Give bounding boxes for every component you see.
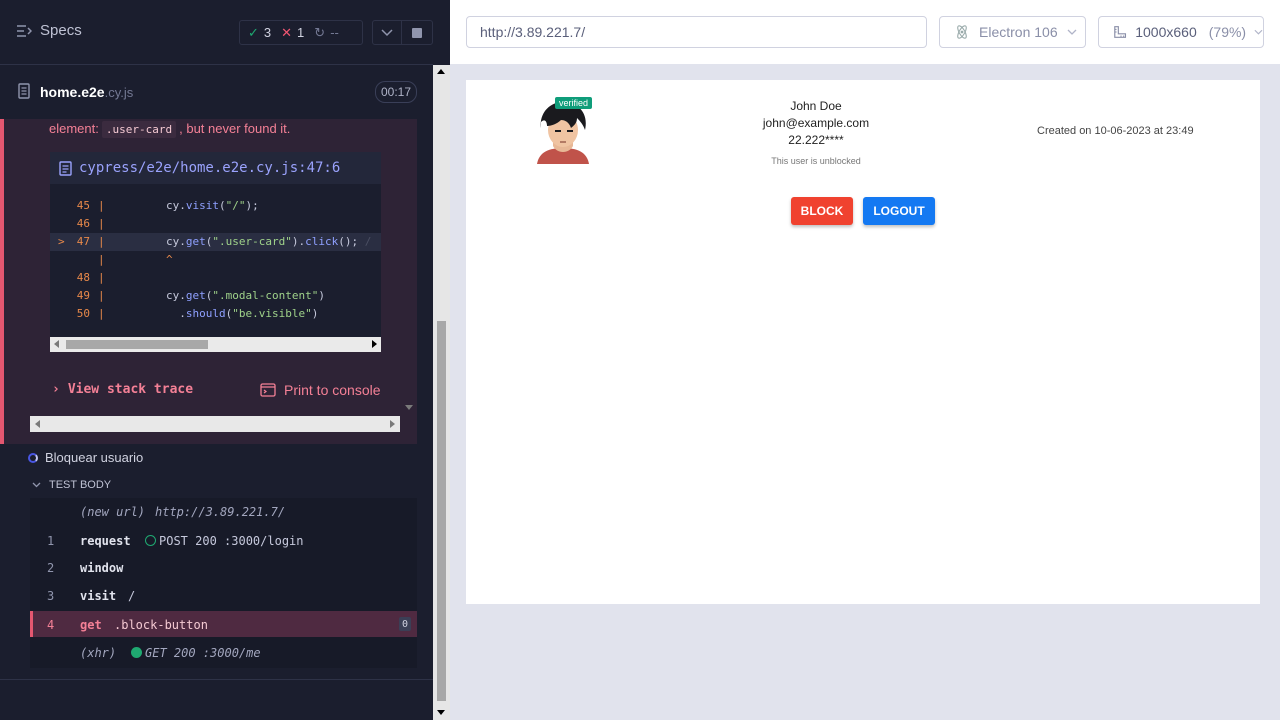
user-phone: 22.222****: [788, 133, 844, 147]
view-stack-trace-toggle[interactable]: › View stack trace: [52, 382, 193, 397]
spec-name: home.e2e.cy.js: [40, 84, 134, 100]
list-icon: [17, 24, 32, 37]
file-icon: [59, 160, 72, 176]
pending-count: ↻ --: [314, 24, 339, 41]
code-line-highlighted: >47 | cy.get(".user-card").click(); /: [50, 233, 381, 251]
browser-selector[interactable]: Electron 106: [939, 16, 1086, 48]
code-line: 49 | cy.get(".modal-content"): [76, 289, 325, 302]
code-line: | ^: [98, 253, 173, 266]
code-line: 45 | cy.visit("/");: [76, 199, 259, 212]
command-request[interactable]: 1 request POST 200 :3000/login: [30, 527, 417, 554]
spec-duration: 00:17: [375, 81, 417, 103]
terminal-icon: [260, 383, 276, 397]
print-to-console-button[interactable]: Print to console: [260, 382, 381, 398]
error-horizontal-scrollbar[interactable]: [30, 416, 400, 432]
block-button[interactable]: BLOCK: [791, 197, 853, 225]
verified-badge: verified: [555, 97, 593, 109]
chevron-down-icon: [381, 28, 393, 36]
passed-count: ✓ 3: [248, 24, 272, 41]
collapse-button[interactable]: [372, 20, 402, 45]
chevron-down-icon: [1254, 29, 1263, 35]
reporter-header: Specs ✓ 3 ✕ 1 ↻ --: [0, 0, 433, 65]
spec-title-row: home.e2e.cy.js 00:17: [0, 66, 433, 118]
specs-label: Specs: [40, 22, 82, 39]
code-line: 48 |: [76, 271, 105, 284]
chevron-down-icon: [32, 482, 41, 488]
check-icon: ✓: [248, 24, 259, 40]
command-xhr[interactable]: (xhr) GET 200 :3000/me: [30, 639, 417, 666]
failed-count: ✕ 1: [281, 24, 305, 41]
test-bloquear-usuario[interactable]: Bloquear usuario: [28, 450, 143, 465]
ruler-icon: [1114, 26, 1127, 38]
url-bar[interactable]: http://3.89.221.7/: [466, 16, 927, 48]
error-vertical-scrollbar[interactable]: [400, 119, 417, 416]
code-lines: 45 | cy.visit("/"); 46 | >47 | cy.get(".user-…: [50, 197, 381, 323]
error-panel: element: .user-card, but never found it. …: [0, 119, 417, 444]
code-horizontal-scrollbar[interactable]: [50, 337, 381, 352]
command-get-failed[interactable]: 4 get .block-button 0: [30, 611, 417, 637]
aut-toolbar: http://3.89.221.7/ Electron 106 1000x660…: [450, 0, 1280, 64]
command-window[interactable]: 2 window: [30, 554, 417, 581]
code-line: 46 |: [76, 217, 105, 230]
x-icon: ✕: [281, 24, 293, 40]
user-card: John Doe john@example.com 22.222**** Thi…: [716, 98, 916, 170]
application-under-test: verified John Doe john@example.com 22.22…: [466, 80, 1260, 604]
cypress-reporter: Specs ✓ 3 ✕ 1 ↻ -- home.e2e.cy.js 00:17 ele…: [0, 0, 450, 720]
logout-button[interactable]: LOGOUT: [863, 197, 935, 225]
reporter-scrollbar[interactable]: [433, 65, 450, 720]
error-selector: .user-card: [101, 121, 177, 138]
stop-icon: [412, 27, 422, 38]
command-new-url[interactable]: (new url) http://3.89.221.7/: [30, 498, 417, 525]
element-count-badge: 0: [399, 617, 411, 631]
stop-button[interactable]: [401, 20, 433, 45]
running-spinner-icon: [28, 452, 38, 463]
command-log: (new url) http://3.89.221.7/ 1 request P…: [30, 498, 417, 668]
chevron-down-icon: [1067, 29, 1077, 35]
user-status: This user is unblocked: [771, 156, 861, 166]
chevron-right-icon: ›: [52, 382, 60, 397]
electron-icon: [957, 25, 967, 39]
error-message: element: .user-card, but never found it.: [49, 121, 291, 138]
test-stats: ✓ 3 ✕ 1 ↻ --: [239, 20, 363, 45]
code-file-link[interactable]: cypress/e2e/home.e2e.cy.js:47:6: [50, 152, 381, 184]
pending-circle-icon: [145, 535, 156, 546]
command-visit[interactable]: 3 visit /: [30, 582, 417, 609]
viewport-selector[interactable]: 1000x660 (79%): [1098, 16, 1264, 48]
divider: [0, 679, 433, 680]
specs-button[interactable]: Specs: [16, 22, 82, 39]
created-date: Created on 10-06-2023 at 23:49: [1037, 125, 1194, 137]
test-body-toggle[interactable]: TEST BODY: [32, 479, 111, 491]
user-name: John Doe: [790, 99, 842, 113]
document-icon: [18, 83, 30, 99]
user-email: john@example.com: [762, 116, 870, 130]
code-line: 50 | .should("be.visible"): [76, 307, 319, 320]
success-circle-icon: [131, 647, 142, 658]
code-frame: cypress/e2e/home.e2e.cy.js:47:6 45 | cy.vi…: [50, 152, 381, 352]
spinner-icon: ↻: [314, 24, 326, 40]
